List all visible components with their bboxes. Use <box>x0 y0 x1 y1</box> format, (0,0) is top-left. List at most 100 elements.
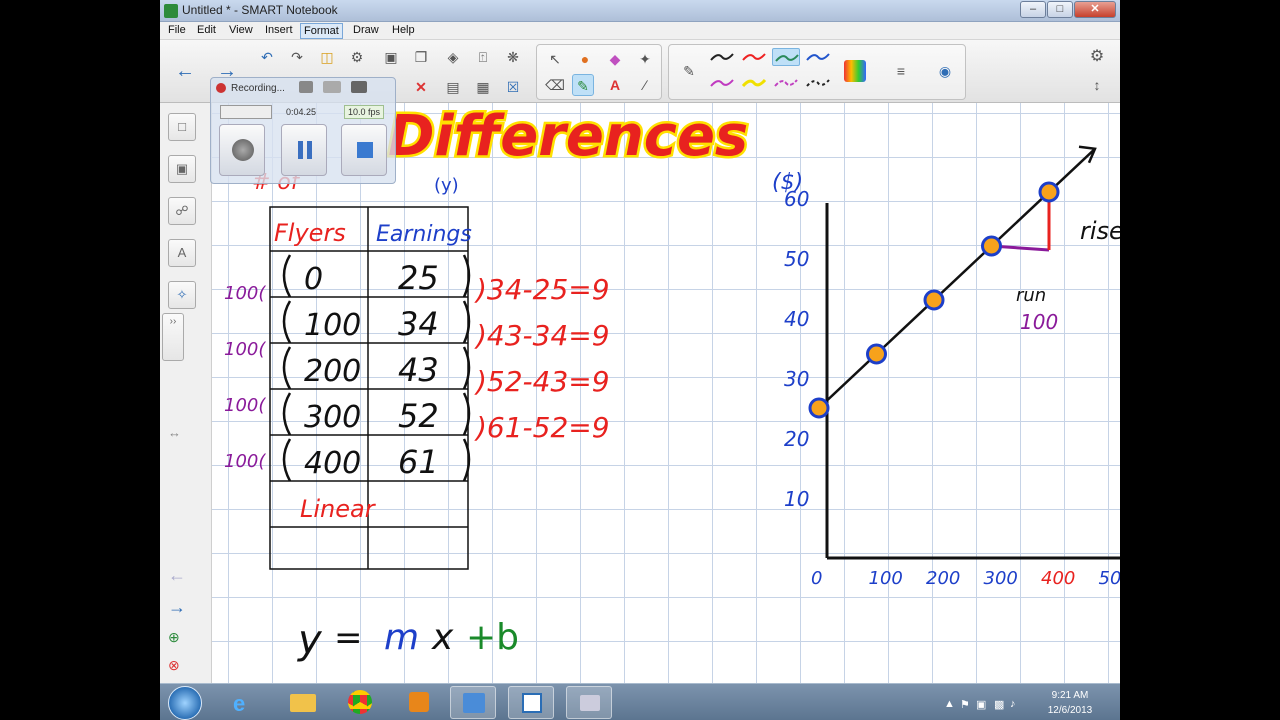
document-camera-icon[interactable]: ⍐ <box>472 46 494 68</box>
toolbar-move-icon[interactable]: ↕ <box>1086 74 1108 96</box>
full-screen-icon[interactable]: ▤ <box>442 76 464 98</box>
pause-button[interactable] <box>281 124 327 176</box>
display-icon[interactable]: ▣ <box>976 698 986 711</box>
x-tick-label: 100 <box>869 568 903 589</box>
record-button[interactable] <box>219 124 265 176</box>
pen-type-icon[interactable]: ✎ <box>678 60 700 82</box>
delete-icon[interactable]: ✕ <box>410 76 432 98</box>
y-tick-label: 60 <box>784 187 809 211</box>
settings-icon[interactable]: ⚙ <box>1086 46 1108 68</box>
page-sorter-tab[interactable]: □ <box>168 113 196 141</box>
explorer-icon[interactable] <box>280 686 326 719</box>
add-page-icon[interactable]: ⊕ <box>168 629 180 646</box>
pen-swatch-green[interactable] <box>772 48 800 66</box>
undo-icon[interactable]: ↶ <box>256 46 278 68</box>
taskbar-notebook-active-icon[interactable] <box>508 686 554 719</box>
network-icon[interactable]: ▩ <box>994 698 1004 711</box>
properties-tab[interactable]: A <box>168 239 196 267</box>
difference-label: )43-34=9 <box>474 319 610 352</box>
pen-icon[interactable]: ✎ <box>572 74 594 96</box>
properties-icon[interactable]: ⚙ <box>346 46 368 68</box>
y-tick-label: 20 <box>784 427 809 451</box>
pen-swatch-black[interactable] <box>708 48 736 66</box>
heading-text: Differences <box>388 104 748 169</box>
select-icon[interactable]: ↖ <box>544 48 566 70</box>
save-icon[interactable] <box>299 81 313 93</box>
line-style-icon[interactable]: ≡ <box>890 60 912 82</box>
pen-swatch-magenta[interactable] <box>708 74 736 92</box>
table-cell-earnings: 25 <box>398 259 439 297</box>
color-palette-icon[interactable] <box>844 60 866 82</box>
table-cell-earnings: 52 <box>398 397 439 435</box>
transparency-icon[interactable]: ◉ <box>934 60 956 82</box>
eraser-icon[interactable]: ⌫ <box>544 74 566 96</box>
delete-page-icon[interactable]: ⊗ <box>168 657 180 674</box>
menu-draw[interactable]: Draw <box>350 23 382 37</box>
system-clock[interactable]: 9:21 AM 12/6/2013 <box>1030 688 1110 718</box>
linear-label: Linear <box>300 495 377 523</box>
printer-icon[interactable] <box>351 81 367 93</box>
pen-swatch-red[interactable] <box>740 48 768 66</box>
screen-icon[interactable]: ▣ <box>380 46 402 68</box>
back-icon[interactable]: ← <box>174 60 196 82</box>
x-tick-label: 400 <box>1041 568 1075 589</box>
resize-handle-icon[interactable]: ↔ <box>168 425 181 440</box>
pen-swatch-blue[interactable] <box>804 48 832 66</box>
copy-icon[interactable]: ❐ <box>410 46 432 68</box>
previous-page-icon[interactable]: ← <box>168 565 186 586</box>
menu-format[interactable]: Format <box>300 23 343 39</box>
pen-swatch-dashed[interactable] <box>804 74 832 92</box>
media-icon[interactable] <box>396 686 442 719</box>
minimize-button[interactable]: – <box>1020 1 1046 18</box>
volume-icon[interactable]: ♪ <box>1010 698 1016 710</box>
add-ons-icon[interactable]: ❋ <box>502 46 524 68</box>
close-screen-icon[interactable]: ☒ <box>502 76 524 98</box>
magic-pen-icon[interactable]: ✦ <box>634 48 656 70</box>
open-icon[interactable]: ◫ <box>316 46 338 68</box>
gallery-tab[interactable]: ▣ <box>168 155 196 183</box>
data-point <box>1038 181 1060 203</box>
equation-y: y <box>297 617 323 663</box>
auto-hide-toggle[interactable]: ›› <box>162 313 184 361</box>
taskbar-notebook-icon[interactable] <box>450 686 496 719</box>
close-button[interactable]: ✕ <box>1074 1 1116 18</box>
pen-swatch-yellow[interactable] <box>740 74 768 92</box>
shape-icon[interactable]: ● <box>574 48 596 70</box>
stop-button[interactable] <box>341 124 387 176</box>
show-hidden-icon[interactable]: ▲ <box>944 698 955 710</box>
fill-icon[interactable]: ◆ <box>604 48 626 70</box>
difference-labels: )34-25=9)43-34=9)52-43=9)61-52=9 <box>474 273 610 444</box>
action-center-icon[interactable]: ⚑ <box>960 698 970 711</box>
redo-icon[interactable]: ↷ <box>286 46 308 68</box>
menu-help[interactable]: Help <box>389 23 418 37</box>
camera-icon[interactable]: ◈ <box>442 46 464 68</box>
maximize-button[interactable]: □ <box>1047 1 1073 18</box>
line-graph: ($)(#)1020304050600100200300400500rise9r… <box>772 145 1120 589</box>
menu-file[interactable]: File <box>165 23 189 37</box>
menu-edit[interactable]: Edit <box>194 23 219 37</box>
start-icon[interactable] <box>168 686 202 720</box>
pen-swatch-purple[interactable] <box>772 74 800 92</box>
whiteboard-canvas[interactable]: Differences # of (y) Flyers Earnings 025… <box>212 103 1120 683</box>
add-icon[interactable] <box>323 81 341 93</box>
menu-view[interactable]: View <box>226 23 256 37</box>
table-cell-flyers: 200 <box>304 354 361 389</box>
taskbar-recorder-icon[interactable] <box>566 686 612 719</box>
x-step-label: 100( <box>224 283 266 304</box>
board-drawing: Differences # of (y) Flyers Earnings 025… <box>224 103 1120 663</box>
add-ons-tab[interactable]: ✧ <box>168 281 196 309</box>
table-icon[interactable]: ▦ <box>472 76 494 98</box>
attachments-tab[interactable]: ☍ <box>168 197 196 225</box>
recording-rate-select[interactable] <box>220 105 272 119</box>
next-page-icon[interactable]: → <box>168 597 186 618</box>
line-icon[interactable]: ∕ <box>634 74 656 96</box>
text-icon[interactable]: A <box>604 74 626 96</box>
equation-b: +b <box>466 617 519 658</box>
data-point <box>923 289 945 311</box>
x-tick-label: 0 <box>811 568 822 589</box>
chrome-icon[interactable] <box>338 686 384 719</box>
menu-insert[interactable]: Insert <box>262 23 296 37</box>
table-rows: 0 25 100 34 200 43 300 52 400 61 <box>304 259 439 481</box>
ie-icon[interactable]: e <box>222 686 268 719</box>
data-point <box>866 343 887 365</box>
